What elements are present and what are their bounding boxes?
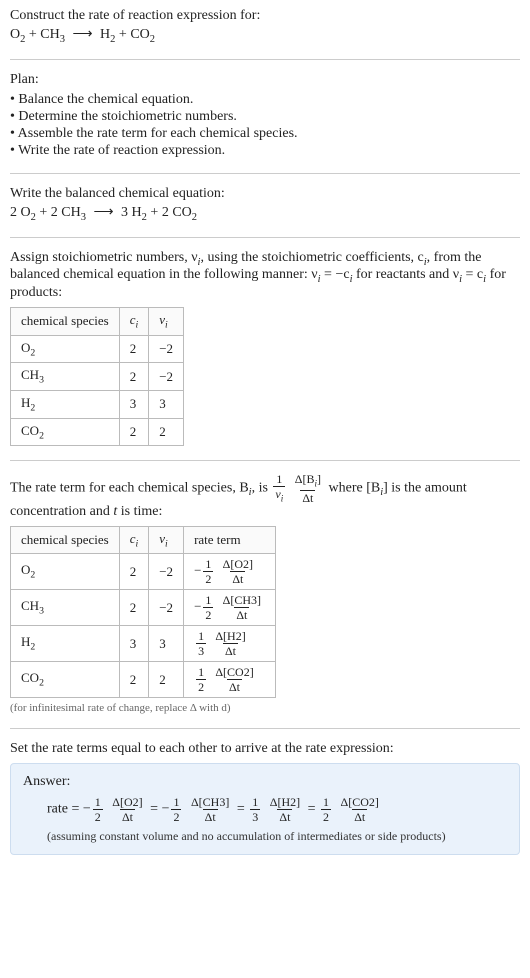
plan-item: Write the rate of reaction expression.	[10, 143, 520, 159]
col-vi: νi	[149, 308, 184, 336]
rateterm-note: (for infinitesimal rate of change, repla…	[10, 702, 520, 714]
table-row: CO2 2 2	[11, 418, 184, 446]
rateterm-intro: The rate term for each chemical species,…	[10, 473, 520, 519]
fraction: 12	[321, 796, 331, 823]
balanced-title: Write the balanced chemical equation:	[10, 186, 520, 202]
divider	[10, 59, 520, 60]
fraction: 13	[250, 796, 260, 823]
fraction: Δ[H2]Δt	[213, 630, 247, 657]
fraction: 12	[203, 594, 213, 621]
col-species: chemical species	[11, 308, 120, 336]
final-intro: Set the rate terms equal to each other t…	[10, 741, 520, 757]
fraction: 12	[203, 558, 213, 585]
plan-item: Balance the chemical equation.	[10, 92, 520, 108]
divider	[10, 460, 520, 461]
divider	[10, 237, 520, 238]
fraction: Δ[CH3]Δt	[221, 594, 263, 621]
plan-item: Determine the stoichiometric numbers.	[10, 109, 520, 125]
table-header-row: chemical species ci νi rate term	[11, 526, 276, 554]
fraction: Δ[CO2]Δt	[339, 796, 381, 823]
table-row: H2 3 3	[11, 390, 184, 418]
col-rate: rate term	[184, 526, 276, 554]
fraction: Δ[Bi]Δt	[293, 473, 323, 503]
table-row: O2 2 −2	[11, 335, 184, 363]
table-header-row: chemical species ci νi	[11, 308, 184, 336]
fraction: Δ[O2]Δt	[221, 558, 255, 585]
table-row: H2 3 3 13 Δ[H2]Δt	[11, 626, 276, 662]
answer-box: Answer: rate = −12 Δ[O2]Δt = −12 Δ[CH3]Δ…	[10, 763, 520, 855]
rate-expression: rate = −12 Δ[O2]Δt = −12 Δ[CH3]Δt = 13 Δ…	[47, 796, 507, 823]
table-row: CH3 2 −2	[11, 363, 184, 391]
fraction: 12	[93, 796, 103, 823]
fraction: 12	[171, 796, 181, 823]
balanced-section: Write the balanced chemical equation: 2 …	[10, 186, 520, 223]
stoich-table: chemical species ci νi O2 2 −2 CH3 2 −2 …	[10, 307, 184, 446]
prompt-section: Construct the rate of reaction expressio…	[10, 8, 520, 45]
assumption-note: (assuming constant volume and no accumul…	[47, 829, 507, 844]
unbalanced-equation: O2 + CH3 ⟶ H2 + CO2	[10, 26, 520, 45]
species-h2: H2	[100, 27, 115, 42]
divider	[10, 728, 520, 729]
rateterm-section: The rate term for each chemical species,…	[10, 473, 520, 714]
divider	[10, 173, 520, 174]
prompt-text: Construct the rate of reaction expressio…	[10, 8, 520, 24]
fraction: 1νi	[273, 473, 285, 503]
balanced-equation: 2 O2 + 2 CH3 ⟶ 3 H2 + 2 CO2	[10, 204, 520, 223]
stoich-section: Assign stoichiometric numbers, νi, using…	[10, 250, 520, 447]
fraction: 12	[196, 666, 206, 693]
fraction: Δ[O2]Δt	[110, 796, 144, 823]
fraction: 13	[196, 630, 206, 657]
plan-item: Assemble the rate term for each chemical…	[10, 126, 520, 142]
species-o2: O2	[10, 27, 25, 42]
final-section: Set the rate terms equal to each other t…	[10, 741, 520, 855]
col-ci: ci	[119, 308, 149, 336]
col-vi: νi	[149, 526, 184, 554]
fraction: Δ[CO2]Δt	[213, 666, 255, 693]
plan-title: Plan:	[10, 72, 520, 88]
fraction: Δ[H2]Δt	[268, 796, 302, 823]
rate-formula: 1νi Δ[Bi]Δt	[271, 481, 328, 496]
col-ci: ci	[119, 526, 149, 554]
col-species: chemical species	[11, 526, 120, 554]
reaction-arrow-icon: ⟶	[93, 204, 113, 221]
table-row: CH3 2 −2 −12 Δ[CH3]Δt	[11, 590, 276, 626]
plan-section: Plan: Balance the chemical equation. Det…	[10, 72, 520, 159]
answer-label: Answer:	[23, 774, 507, 790]
table-row: O2 2 −2 −12 Δ[O2]Δt	[11, 554, 276, 590]
fraction: Δ[CH3]Δt	[189, 796, 231, 823]
rateterm-table: chemical species ci νi rate term O2 2 −2…	[10, 526, 276, 699]
reaction-arrow-icon: ⟶	[72, 26, 92, 43]
stoich-intro: Assign stoichiometric numbers, νi, using…	[10, 250, 520, 302]
plan-list: Balance the chemical equation. Determine…	[10, 92, 520, 159]
table-row: CO2 2 2 12 Δ[CO2]Δt	[11, 662, 276, 698]
